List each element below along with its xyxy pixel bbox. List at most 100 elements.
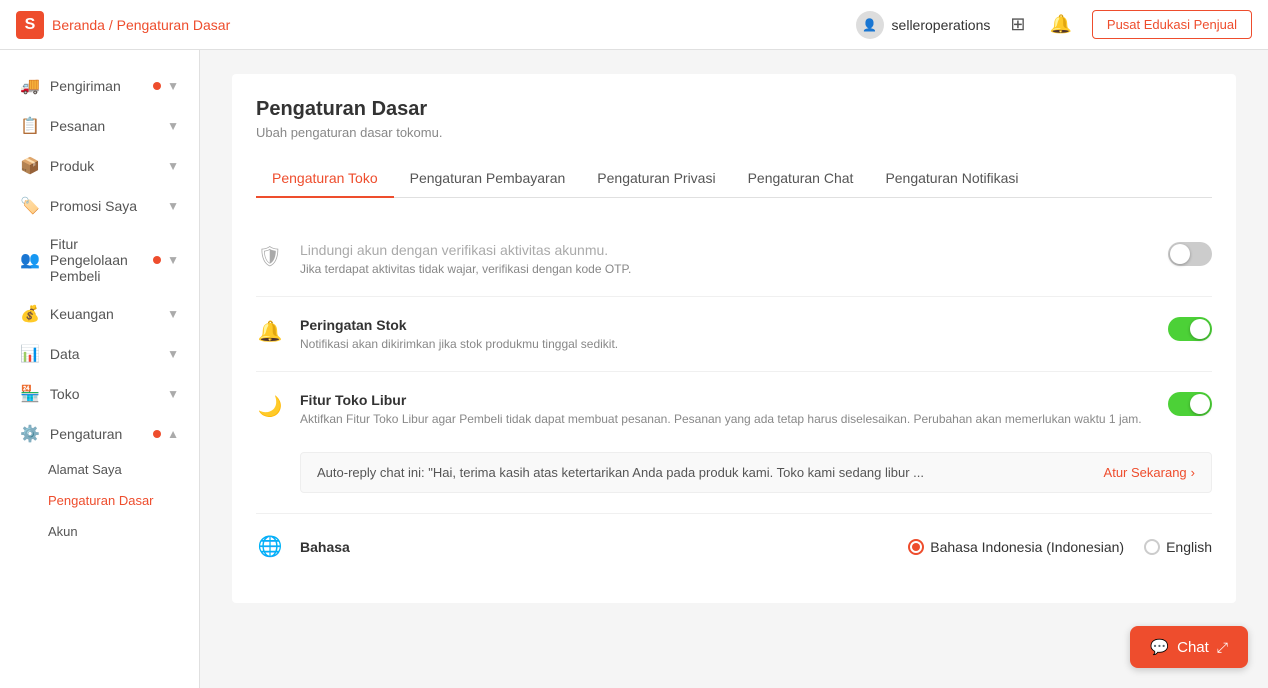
toggle-track bbox=[1168, 242, 1212, 266]
username: selleroperations bbox=[892, 17, 991, 33]
data-icon: 📊 bbox=[20, 344, 40, 364]
language-option-label: English bbox=[1166, 539, 1212, 555]
sidebar-item-label: Pengaturan bbox=[50, 426, 122, 442]
page-layout: 🚚 Pengiriman ▼ 📋 Pesanan ▼ 📦 Produk ▼ bbox=[0, 50, 1268, 688]
sidebar-item-fitur[interactable]: 👥 Fitur Pengelolaan Pembeli ▼ bbox=[0, 226, 199, 294]
chat-button[interactable]: 💬 Chat ⤢ bbox=[1130, 626, 1248, 668]
chat-label: Chat bbox=[1177, 639, 1209, 656]
language-label: Bahasa bbox=[300, 539, 892, 555]
chevron-down-icon: ▼ bbox=[167, 307, 179, 321]
setting-description: Jika terdapat aktivitas tidak wajar, ver… bbox=[300, 262, 1152, 276]
setting-description: Notifikasi akan dikirimkan jika stok pro… bbox=[300, 337, 1152, 351]
sidebar-item-data[interactable]: 📊 Data ▼ bbox=[0, 334, 199, 374]
chevron-down-icon: ▼ bbox=[167, 159, 179, 173]
chevron-down-icon: ▼ bbox=[167, 347, 179, 361]
nav-right: 👤 selleroperations ⊞ 🔔 Pusat Edukasi Pen… bbox=[856, 10, 1252, 39]
libur-toggle[interactable] bbox=[1168, 392, 1212, 416]
breadcrumb-home[interactable]: Beranda bbox=[52, 17, 105, 33]
atur-sekarang-link[interactable]: Atur Sekarang › bbox=[1104, 465, 1195, 480]
finance-icon: 💰 bbox=[20, 304, 40, 324]
language-options: Bahasa Indonesia (Indonesian) English bbox=[908, 539, 1212, 555]
breadcrumb-sep: / bbox=[109, 17, 117, 33]
sidebar-item-label: Pengiriman bbox=[50, 78, 121, 94]
education-center-button[interactable]: Pusat Edukasi Penjual bbox=[1092, 10, 1252, 39]
sidebar-item-promosi[interactable]: 🏷️ Promosi Saya ▼ bbox=[0, 186, 199, 226]
verifikasi-toggle[interactable] bbox=[1168, 242, 1212, 266]
toggle-thumb bbox=[1190, 394, 1210, 414]
promo-icon: 🏷️ bbox=[20, 196, 40, 216]
breadcrumb-current: Pengaturan Dasar bbox=[117, 17, 231, 33]
sidebar-item-label: Fitur Pengelolaan Pembeli bbox=[50, 236, 153, 284]
setting-description: Aktifkan Fitur Toko Libur agar Pembeli t… bbox=[300, 412, 1152, 426]
radio-circle bbox=[1144, 539, 1160, 555]
shopee-logo: S bbox=[16, 11, 44, 39]
setting-verifikasi: 🛡 Lindungi akun dengan verifikasi aktivi… bbox=[256, 222, 1212, 297]
page-title: Pengaturan Dasar bbox=[256, 98, 1212, 121]
grid-icon-button[interactable]: ⊞ bbox=[1006, 10, 1029, 39]
language-section: 🌐 Bahasa Bahasa Indonesia (Indonesian) E… bbox=[256, 514, 1212, 579]
setting-libur: 🌙 Fitur Toko Libur Aktifkan Fitur Toko L… bbox=[256, 372, 1212, 514]
tab-pengaturan-chat[interactable]: Pengaturan Chat bbox=[732, 160, 870, 198]
toggle-thumb bbox=[1170, 244, 1190, 264]
shield-icon: 🛡 bbox=[256, 244, 284, 269]
language-option-en[interactable]: English bbox=[1144, 539, 1212, 555]
sidebar-item-alamat[interactable]: Alamat Saya bbox=[0, 454, 199, 485]
sidebar-item-keuangan[interactable]: 💰 Keuangan ▼ bbox=[0, 294, 199, 334]
sidebar-item-label: Keuangan bbox=[50, 306, 114, 322]
chevron-up-icon: ▲ bbox=[167, 427, 179, 441]
tab-pengaturan-pembayaran[interactable]: Pengaturan Pembayaran bbox=[394, 160, 582, 198]
bell-icon: 🔔 bbox=[256, 319, 284, 344]
orders-icon: 📋 bbox=[20, 116, 40, 136]
sidebar-item-produk[interactable]: 📦 Produk ▼ bbox=[0, 146, 199, 186]
nav-left: S Beranda / Pengaturan Dasar bbox=[16, 11, 230, 39]
setting-stok: 🔔 Peringatan Stok Notifikasi akan dikiri… bbox=[256, 297, 1212, 372]
user-profile[interactable]: 👤 selleroperations bbox=[856, 11, 991, 39]
stok-toggle[interactable] bbox=[1168, 317, 1212, 341]
radio-dot bbox=[912, 543, 920, 551]
content-card: Pengaturan Dasar Ubah pengaturan dasar t… bbox=[232, 74, 1236, 603]
chevron-right-icon: › bbox=[1191, 465, 1195, 480]
main-content: Pengaturan Dasar Ubah pengaturan dasar t… bbox=[200, 50, 1268, 688]
sidebar-item-label: Pesanan bbox=[50, 118, 105, 134]
notification-bell-button[interactable]: 🔔 bbox=[1045, 10, 1075, 39]
sidebar-item-label: Toko bbox=[50, 386, 80, 402]
chevron-down-icon: ▼ bbox=[167, 253, 179, 267]
sidebar-item-label: Produk bbox=[50, 158, 94, 174]
sidebar-item-pesanan[interactable]: 📋 Pesanan ▼ bbox=[0, 106, 199, 146]
settings-icon: ⚙️ bbox=[20, 424, 40, 444]
notification-dot bbox=[153, 82, 161, 90]
auto-reply-box: Auto-reply chat ini: "Hai, terima kasih … bbox=[300, 452, 1212, 493]
notification-dot bbox=[153, 430, 161, 438]
language-option-id[interactable]: Bahasa Indonesia (Indonesian) bbox=[908, 539, 1124, 555]
avatar: 👤 bbox=[856, 11, 884, 39]
sidebar-item-akun[interactable]: Akun bbox=[0, 516, 199, 547]
notification-dot bbox=[153, 256, 161, 264]
sidebar-item-label: Promosi Saya bbox=[50, 198, 137, 214]
auto-reply-text: Auto-reply chat ini: "Hai, terima kasih … bbox=[317, 465, 1104, 480]
chevron-down-icon: ▼ bbox=[167, 79, 179, 93]
expand-icon: ⤢ bbox=[1217, 639, 1228, 656]
top-navigation: S Beranda / Pengaturan Dasar 👤 sellerope… bbox=[0, 0, 1268, 50]
sidebar-item-toko[interactable]: 🏪 Toko ▼ bbox=[0, 374, 199, 414]
sidebar: 🚚 Pengiriman ▼ 📋 Pesanan ▼ 📦 Produk ▼ bbox=[0, 50, 200, 688]
toggle-track bbox=[1168, 392, 1212, 416]
radio-circle bbox=[908, 539, 924, 555]
globe-icon: 🌐 bbox=[256, 534, 284, 559]
sidebar-item-pengaturan-dasar[interactable]: Pengaturan Dasar bbox=[0, 485, 199, 516]
setting-title: Fitur Toko Libur bbox=[300, 392, 1152, 408]
sidebar-item-pengiriman[interactable]: 🚚 Pengiriman ▼ bbox=[0, 66, 199, 106]
sidebar-item-label: Data bbox=[50, 346, 80, 362]
setting-title: Peringatan Stok bbox=[300, 317, 1152, 333]
page-subtitle: Ubah pengaturan dasar tokomu. bbox=[256, 125, 1212, 140]
tab-pengaturan-privasi[interactable]: Pengaturan Privasi bbox=[581, 160, 731, 198]
toggle-thumb bbox=[1190, 319, 1210, 339]
setting-title: Lindungi akun dengan verifikasi aktivita… bbox=[300, 242, 1152, 258]
sidebar-item-pengaturan[interactable]: ⚙️ Pengaturan ▲ bbox=[0, 414, 199, 454]
buyer-mgmt-icon: 👥 bbox=[20, 250, 40, 270]
shop-icon: 🏪 bbox=[20, 384, 40, 404]
settings-tabs: Pengaturan Toko Pengaturan Pembayaran Pe… bbox=[256, 160, 1212, 198]
toggle-track bbox=[1168, 317, 1212, 341]
product-icon: 📦 bbox=[20, 156, 40, 176]
tab-pengaturan-notifikasi[interactable]: Pengaturan Notifikasi bbox=[869, 160, 1034, 198]
tab-pengaturan-toko[interactable]: Pengaturan Toko bbox=[256, 160, 394, 198]
